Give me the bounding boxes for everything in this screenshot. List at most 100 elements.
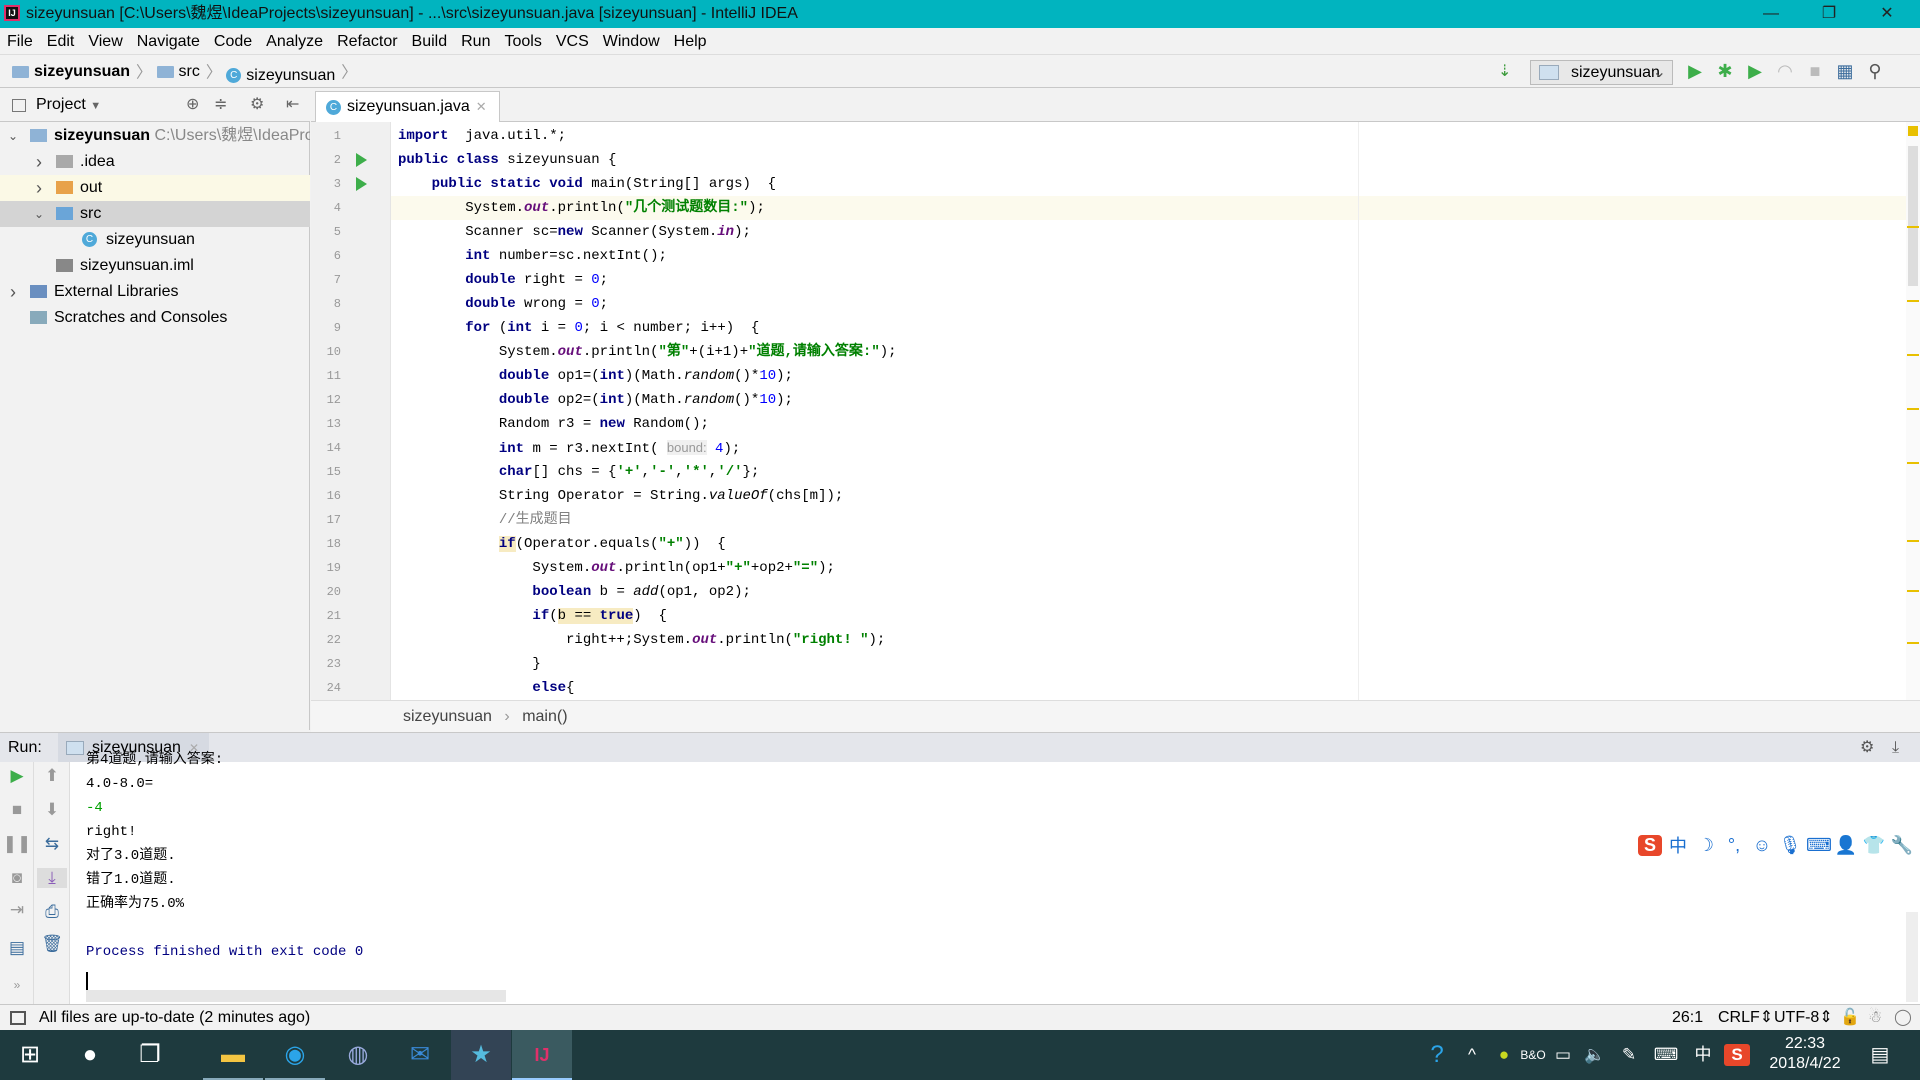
code-line[interactable]: public static void main(String[] args) { <box>398 172 776 196</box>
user-icon[interactable]: 👤 <box>1834 835 1858 856</box>
code-line[interactable]: System.out.println(op1+"+"+op2+"="); <box>398 556 835 580</box>
menu-run[interactable]: Run <box>454 28 497 55</box>
pen-icon[interactable]: ✎ <box>1614 1030 1644 1080</box>
warning-mark[interactable] <box>1907 226 1919 228</box>
debug-icon[interactable]: ✱ <box>1710 55 1740 88</box>
code-line[interactable]: } <box>398 652 540 676</box>
project-structure-icon[interactable]: ▦ <box>1830 55 1860 88</box>
audio-app-icon[interactable]: B&O <box>1520 1030 1546 1080</box>
collapse-all-icon[interactable]: ≑ <box>214 88 227 122</box>
stop-icon[interactable]: ■ <box>1800 55 1830 88</box>
app-icon[interactable]: ◍ <box>328 1030 388 1080</box>
code-line[interactable]: Scanner sc=new Scanner(System.in); <box>398 220 751 244</box>
down-arrow-icon[interactable]: ⬇ <box>37 800 67 820</box>
keyboard-icon[interactable]: ⌨ <box>1806 835 1832 856</box>
event-log-icon[interactable]: ◯ <box>1894 1005 1912 1031</box>
warning-mark[interactable] <box>1907 354 1919 356</box>
breadcrumb-class[interactable]: sizeyunsuan <box>403 708 492 725</box>
touch-keyboard-icon[interactable]: ⌨ <box>1648 1030 1684 1080</box>
clock[interactable]: 22:33 2018/4/22 <box>1760 1030 1850 1080</box>
warning-indicator-icon[interactable] <box>1908 126 1918 136</box>
menu-window[interactable]: Window <box>596 28 667 55</box>
inspector-icon[interactable]: ☃ <box>1868 1005 1882 1031</box>
tree-item-external-libraries[interactable]: › External Libraries <box>0 279 310 305</box>
code-line[interactable]: import java.util.*; <box>398 124 566 148</box>
settings-icon[interactable]: ⚙ <box>1860 733 1874 763</box>
nav-project[interactable]: sizeyunsuan <box>12 55 130 88</box>
code-line[interactable]: for (int i = 0; i < number; i++) { <box>398 316 759 340</box>
close-button[interactable]: ✕ <box>1858 0 1916 28</box>
cortana-icon[interactable]: ● <box>60 1030 120 1080</box>
settings-icon[interactable]: ⚙ <box>250 88 264 122</box>
menu-file[interactable]: File <box>0 28 40 55</box>
ime-language-toggle[interactable]: 中 <box>1666 832 1690 858</box>
soft-wrap-icon[interactable]: ⇆ <box>37 834 67 854</box>
menu-vcs[interactable]: VCS <box>549 28 596 55</box>
code-line[interactable]: right++;System.out.println("right! "); <box>398 628 885 652</box>
layout-icon[interactable]: ▤ <box>2 938 32 958</box>
profile-icon[interactable]: ◠ <box>1770 55 1800 88</box>
tree-item-sizeyunsuan[interactable]: Csizeyunsuan <box>0 227 310 253</box>
code-line[interactable]: String Operator = String.valueOf(chs[m])… <box>398 484 843 508</box>
run-icon[interactable]: ▶ <box>1680 55 1710 88</box>
sogou-logo-icon[interactable]: S <box>1638 834 1662 856</box>
scroll-to-end-icon[interactable]: ⤓ <box>37 868 67 888</box>
minimize-button[interactable]: — <box>1742 0 1800 28</box>
code-line[interactable]: //生成题目 <box>398 508 572 532</box>
nav-src[interactable]: src <box>156 55 200 88</box>
battery-icon[interactable]: ▭ <box>1548 1030 1578 1080</box>
skin-icon[interactable]: 👕 <box>1862 835 1886 856</box>
punctuation-icon[interactable]: °, <box>1722 835 1746 856</box>
notifications-icon[interactable]: ▤ <box>1862 1030 1898 1080</box>
code-line[interactable]: char[] chs = {'+','-','*','/'}; <box>398 460 760 484</box>
tree-item-scratches-and-consoles[interactable]: Scratches and Consoles <box>0 305 310 331</box>
code-line[interactable]: if(Operator.equals("+")) { <box>398 532 726 556</box>
warning-mark[interactable] <box>1907 642 1919 644</box>
menu-help[interactable]: Help <box>667 28 714 55</box>
browser-icon[interactable]: ◉ <box>265 1030 325 1080</box>
chevron-down-icon[interactable]: ⌄ <box>6 123 20 149</box>
caret-position[interactable]: 26:1 <box>1672 1005 1703 1031</box>
file-explorer-icon[interactable]: ▬ <box>203 1030 263 1080</box>
error-stripe[interactable] <box>1906 122 1920 700</box>
code-line[interactable]: int m = r3.nextInt( bound: 4); <box>398 436 740 461</box>
tree-item-src[interactable]: ⌄ src <box>0 201 310 227</box>
breadcrumb-method[interactable]: main() <box>522 708 567 725</box>
project-view-dropdown[interactable]: Project ▼ <box>36 88 101 123</box>
code-editor[interactable]: 1 2 3 4 5 6 7 8 9 10 11 12 13 14 15 16 17 18 19 20 21 22 23 24 … <box>311 122 1920 700</box>
code-line[interactable]: else{ <box>398 676 574 700</box>
chevron-right-icon[interactable]: › <box>32 175 46 201</box>
code-line[interactable]: double op2=(int)(Math.random()*10); <box>398 388 793 412</box>
search-icon[interactable]: ⚲ <box>1860 55 1890 88</box>
menu-analyze[interactable]: Analyze <box>259 28 330 55</box>
microphone-icon[interactable]: 🎙 <box>1778 835 1802 856</box>
volume-icon[interactable]: 🔈 <box>1580 1030 1610 1080</box>
menu-refactor[interactable]: Refactor <box>330 28 404 55</box>
pause-icon[interactable]: ❚❚ <box>2 834 32 854</box>
build-icon[interactable]: ⇣ <box>1498 55 1511 88</box>
editor-scrollbar[interactable] <box>1908 146 1918 286</box>
warning-mark[interactable] <box>1907 408 1919 410</box>
wrench-icon[interactable]: 🔧 <box>1890 835 1914 856</box>
more-icon[interactable]: » <box>2 978 32 992</box>
locate-icon[interactable]: ⊕ <box>186 88 199 122</box>
emoji-icon[interactable]: ☺ <box>1750 835 1774 856</box>
tree-item-out[interactable]: › out <box>0 175 310 201</box>
exit-icon[interactable]: ⇥ <box>2 900 32 920</box>
console-output[interactable]: ▶ ■ ❚❚ ◙ ⇥ ▤ » ⬆ ⬇ ⇆ ⤓ ⎙ 🗑 第4道题,请输入答案: 4.… <box>0 752 1920 1004</box>
menu-tools[interactable]: Tools <box>497 28 548 55</box>
restore-button[interactable]: ❐ <box>1800 0 1858 28</box>
menu-view[interactable]: View <box>81 28 129 55</box>
code-line[interactable]: Random r3 = new Random(); <box>398 412 709 436</box>
clear-all-icon[interactable]: 🗑 <box>37 934 67 954</box>
chevron-right-icon[interactable]: › <box>32 149 46 175</box>
tray-app-icon[interactable]: ● <box>1490 1030 1518 1080</box>
menu-navigate[interactable]: Navigate <box>130 28 207 55</box>
code-line[interactable]: public class sizeyunsuan { <box>398 148 616 172</box>
nav-file[interactable]: Csizeyunsuan <box>226 59 335 92</box>
file-encoding[interactable]: UTF-8⇕ <box>1774 1005 1833 1031</box>
app-icon[interactable]: ★ <box>451 1030 511 1080</box>
tree-item--idea[interactable]: › .idea <box>0 149 310 175</box>
warning-mark[interactable] <box>1907 540 1919 542</box>
sogou-tray-icon[interactable]: S <box>1724 1044 1750 1066</box>
